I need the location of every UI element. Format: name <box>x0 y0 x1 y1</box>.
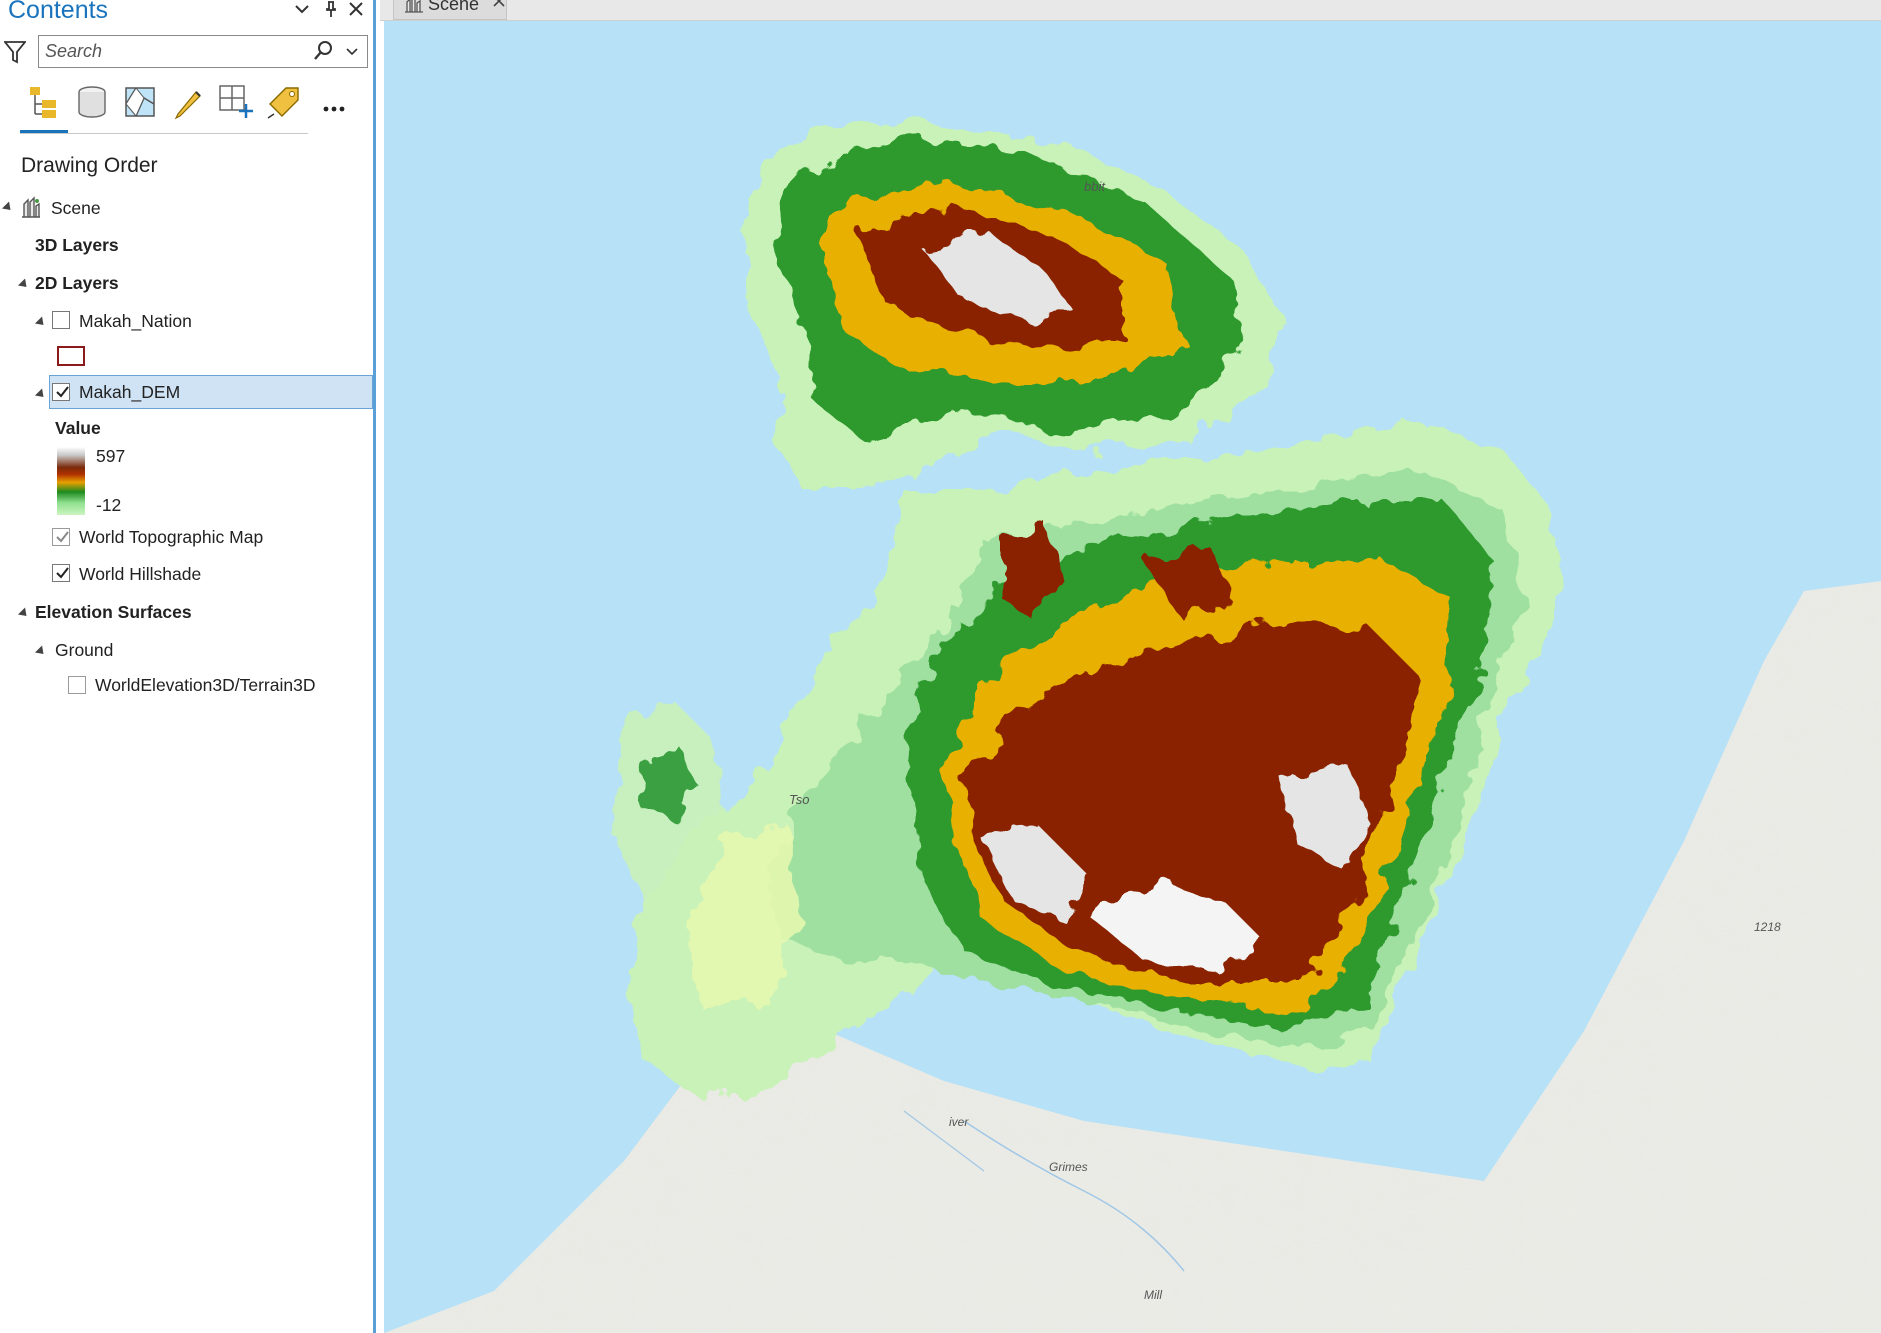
filter-icon[interactable] <box>3 40 27 64</box>
list-by-drawing-order-icon[interactable] <box>26 84 62 120</box>
makah-dem-checkbox[interactable] <box>52 383 70 401</box>
list-by-source-icon[interactable] <box>74 84 110 120</box>
expand-makah-nation-toggle[interactable] <box>34 316 48 329</box>
layer-ground[interactable]: Ground <box>55 640 113 661</box>
scene-icon <box>404 0 424 13</box>
list-by-snapping-icon[interactable] <box>218 84 254 120</box>
scene-map-view[interactable]: bbit Tso iver Grimes Mill 1218 <box>384 21 1881 1333</box>
scene-icon <box>20 196 42 218</box>
expand-2d-layers-toggle[interactable] <box>17 278 31 291</box>
map-label: 1218 <box>1754 920 1781 934</box>
makah-nation-symbol[interactable] <box>57 346 85 366</box>
divider <box>20 133 308 134</box>
pin-icon[interactable] <box>321 0 341 20</box>
list-by-labeling-icon[interactable] <box>266 84 302 120</box>
terrain-checkbox[interactable] <box>68 676 86 694</box>
expand-elevation-surfaces-toggle[interactable] <box>17 607 31 620</box>
makah-nation-checkbox[interactable] <box>52 311 70 329</box>
pane-title: Contents <box>8 0 109 24</box>
tab-scene-label: Scene <box>428 0 480 14</box>
chevron-down-icon[interactable] <box>345 42 359 60</box>
search-icon[interactable] <box>312 40 334 62</box>
world-topo-checkbox[interactable] <box>52 528 70 546</box>
search-box <box>38 35 368 68</box>
contents-pane: Contents Search Drawing Order Scene 3D L… <box>0 0 376 1333</box>
legend-max-value: 597 <box>96 446 126 466</box>
layer-world-hillshade[interactable]: World Hillshade <box>79 564 201 585</box>
drawing-order-heading: Drawing Order <box>21 154 158 177</box>
view-tab-bar: Scene <box>380 0 1881 21</box>
layer-makah-dem[interactable]: Makah_DEM <box>79 382 180 403</box>
chevron-down-icon[interactable] <box>292 0 312 20</box>
expand-scene-toggle[interactable] <box>1 201 15 214</box>
expand-makah-dem-toggle[interactable] <box>34 388 48 401</box>
layer-group-elevation-surfaces[interactable]: Elevation Surfaces <box>35 602 192 623</box>
map-label: Grimes <box>1049 1160 1088 1174</box>
list-by-selection-icon[interactable] <box>122 84 158 120</box>
map-label: Mill <box>1144 1288 1162 1302</box>
checkmark-icon <box>56 531 69 543</box>
layer-world-topographic-map[interactable]: World Topographic Map <box>79 527 263 548</box>
contents-toolbar <box>20 84 345 134</box>
layer-scene[interactable]: Scene <box>51 198 101 219</box>
layer-world-elevation-terrain[interactable]: WorldElevation3D/Terrain3D <box>95 675 315 696</box>
close-tab-icon[interactable] <box>492 0 506 13</box>
checkmark-icon <box>56 386 69 398</box>
map-label: Tso <box>789 792 809 807</box>
map-label: bbit <box>1084 179 1106 194</box>
layer-group-2d-layers[interactable]: 2D Layers <box>35 273 119 294</box>
expand-ground-toggle[interactable] <box>34 645 48 658</box>
legend-value-heading: Value <box>55 418 101 438</box>
checkmark-icon <box>56 567 69 579</box>
elevation-color-ramp[interactable] <box>57 447 85 515</box>
layer-group-3d-layers[interactable]: 3D Layers <box>35 235 119 256</box>
close-icon[interactable] <box>346 0 366 20</box>
map-canvas[interactable]: bbit Tso iver Grimes Mill 1218 <box>384 21 1881 1333</box>
legend-min-value: -12 <box>96 495 122 515</box>
layer-makah-nation[interactable]: Makah_Nation <box>79 311 192 332</box>
more-options-icon[interactable] <box>320 84 350 120</box>
search-input[interactable] <box>45 39 305 63</box>
list-by-editing-icon[interactable] <box>170 84 206 120</box>
world-hillshade-checkbox[interactable] <box>52 564 70 582</box>
tab-scene[interactable]: Scene <box>393 0 507 20</box>
map-label: iver <box>949 1115 969 1129</box>
